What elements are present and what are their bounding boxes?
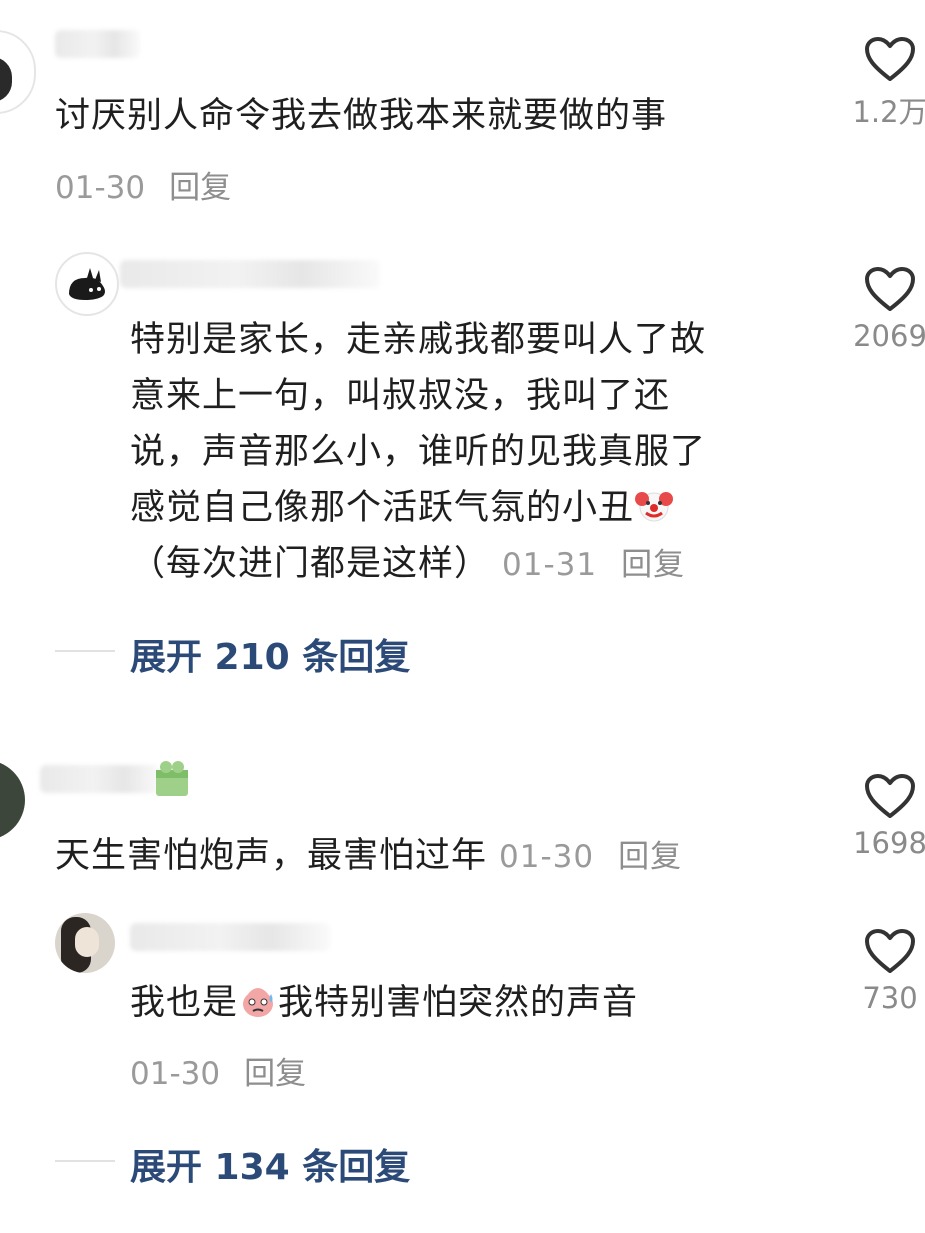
comment-date: 01-30 (55, 170, 146, 206)
reply-button[interactable]: 回复 (244, 1056, 306, 1092)
reply-button[interactable]: 回复 (169, 170, 231, 206)
comment-meta: 01-30 回复 (55, 162, 231, 207)
like-count: 730 (862, 981, 918, 1015)
cat-icon (69, 268, 105, 300)
avatar[interactable] (0, 30, 36, 114)
like-button[interactable]: 1698 (845, 772, 925, 860)
comment-text: 讨厌别人命令我去做我本来就要做的事 (55, 96, 668, 136)
avatar[interactable] (0, 760, 25, 840)
divider (55, 650, 115, 652)
comment-body: 我特别害怕突然的声音 (278, 983, 639, 1023)
expand-replies-button[interactable]: 展开 134 条回复 (130, 1138, 410, 1190)
like-button[interactable]: 2069 (845, 265, 925, 353)
comment-1: 讨厌别人命令我去做我本来就要做的事 01-30 回复 1.2万 (0, 0, 925, 210)
comment-body: 天生害怕炮声，最害怕过年 (55, 836, 488, 876)
like-count: 2069 (853, 319, 925, 353)
heart-icon (865, 37, 915, 81)
heart-icon (865, 774, 915, 818)
heart-icon (865, 267, 915, 311)
reply-2: 我也是 我特别害怕突然的声音 01-30 回复 730 (0, 905, 925, 1095)
username-blurred[interactable] (120, 260, 380, 288)
comment-date: 01-30 (499, 839, 595, 875)
divider (55, 1160, 115, 1162)
like-button[interactable]: 1.2万 (845, 35, 925, 131)
like-count: 1.2万 (852, 95, 925, 129)
comment-line-with-emoji: 感觉自己像那个活跃气氛的小丑 (130, 480, 820, 536)
nervous-face-emoji (243, 988, 274, 1017)
comment-text: 特别是家长，走亲戚我都要叫人了故 意来上一句，叫叔叔没，我叫了还 说，声音那么小… (130, 312, 820, 593)
comment-line: 特别是家长，走亲戚我都要叫人了故 (130, 320, 707, 360)
comment-2: 天生害怕炮声，最害怕过年 01-30 回复 1698 (0, 750, 925, 890)
comment-date: 01-30 (130, 1056, 221, 1092)
reply-1: 特别是家长，走亲戚我都要叫人了故 意来上一句，叫叔叔没，我叫了还 说，声音那么小… (0, 240, 925, 600)
comment-date: 01-31 (502, 547, 598, 583)
clown-emoji (635, 492, 674, 522)
avatar[interactable] (55, 252, 119, 316)
comment-text: 我也是 我特别害怕突然的声音 (130, 975, 638, 1031)
username-blurred[interactable] (55, 30, 140, 58)
heart-icon (865, 929, 915, 973)
avatar[interactable] (55, 913, 115, 973)
expand-replies-button[interactable]: 展开 210 条回复 (130, 628, 410, 680)
comment-line-with-meta: （每次进门都是这样） 01-31 回复 (130, 536, 820, 593)
comment-body: 我也是 (130, 983, 239, 1023)
gift-badge-icon (156, 761, 188, 796)
comment-line: （每次进门都是这样） (130, 544, 491, 584)
comment-line: 意来上一句，叫叔叔没，我叫了还 (130, 376, 671, 416)
like-count: 1698 (853, 826, 925, 860)
username-blurred[interactable] (40, 765, 160, 793)
username-blurred[interactable] (130, 923, 330, 951)
comment-line: 感觉自己像那个活跃气氛的小丑 (130, 488, 635, 528)
comment-meta: 01-30 回复 (130, 1048, 306, 1093)
reply-button[interactable]: 回复 (621, 547, 685, 583)
like-button[interactable]: 730 (845, 927, 925, 1015)
comment-text: 天生害怕炮声，最害怕过年 01-30 回复 (55, 828, 682, 885)
comment-line: 说，声音那么小，谁听的见我真服了 (130, 432, 707, 472)
reply-button[interactable]: 回复 (618, 839, 682, 875)
